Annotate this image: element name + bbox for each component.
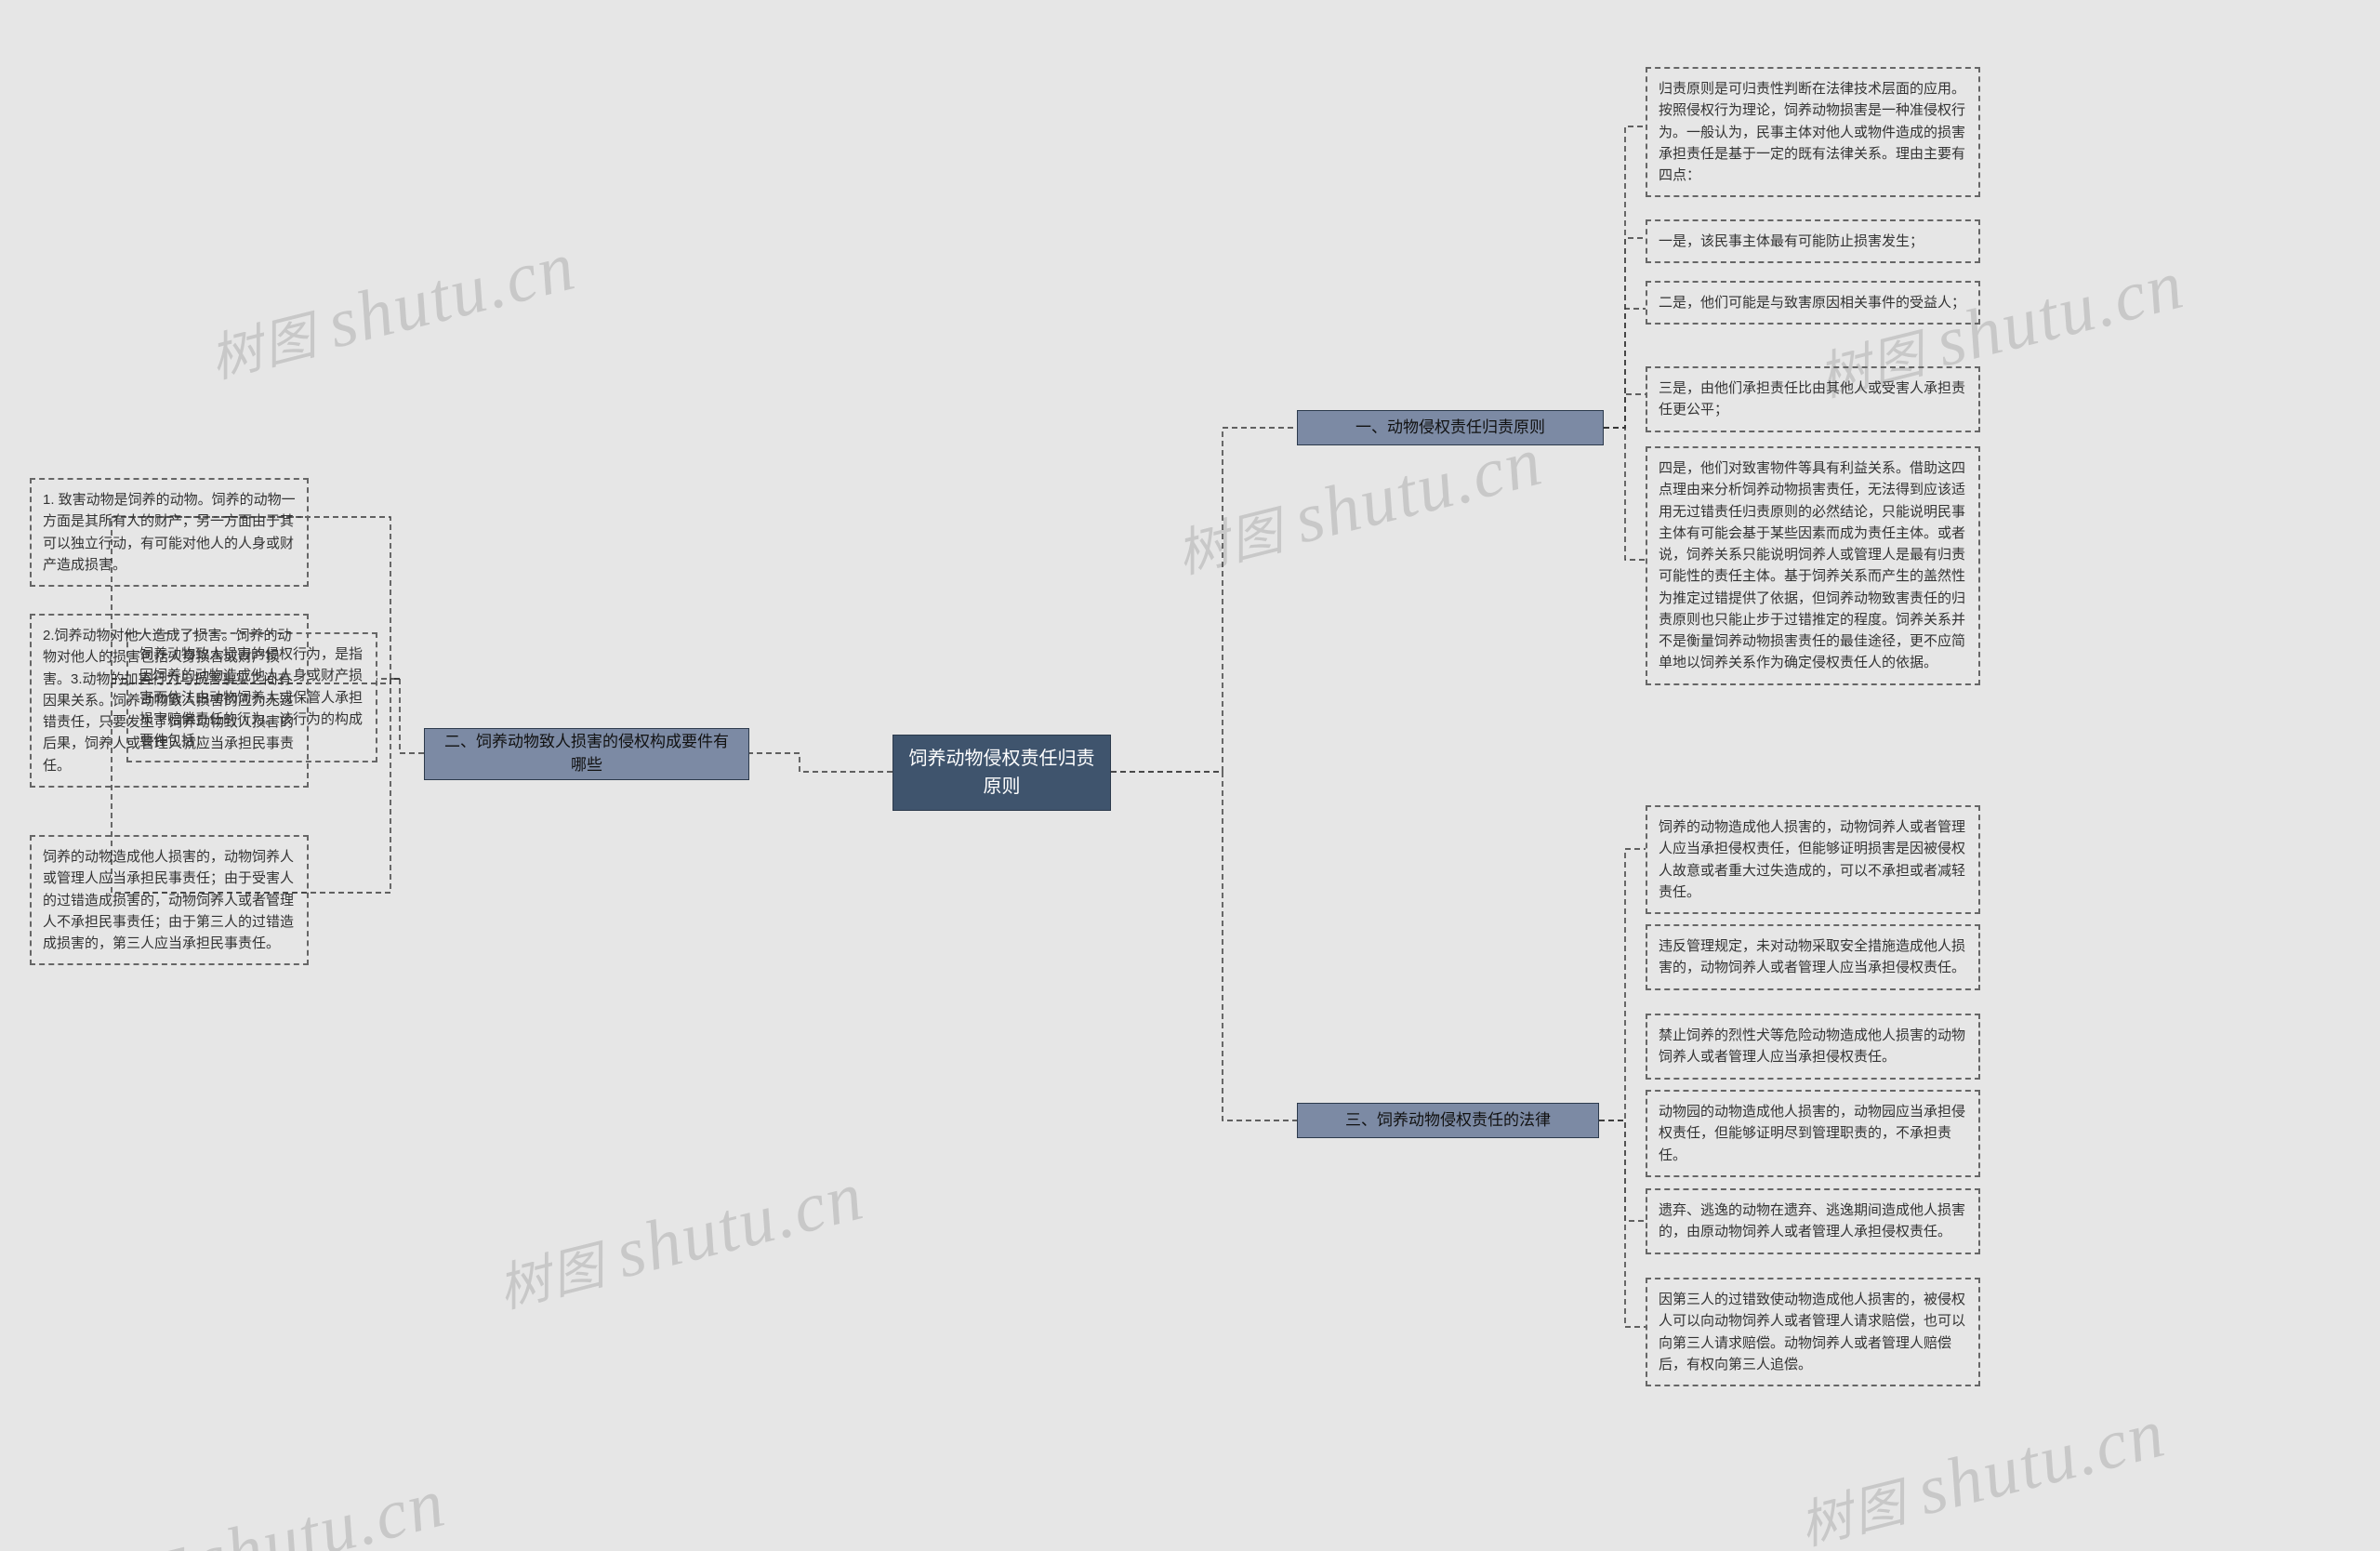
leaf-text: 一是，该民事主体最有可能防止损害发生；: [1659, 233, 1924, 249]
watermark: 树图 shutu.cn: [70, 1462, 454, 1551]
leaf-text: 饲养的动物造成他人损害的，动物饲养人或管理人应当承担民事责任；由于受害人的过错造…: [43, 849, 294, 951]
root-title: 饲养动物侵权责任归责原则: [903, 745, 1101, 801]
watermark: 树图 shutu.cn: [1790, 1392, 2174, 1551]
leaf-text: 三是，由他们承担责任比由其他人或受害人承担责任更公平；: [1659, 380, 1965, 418]
leaf-b1-4[interactable]: 三是，由他们承担责任比由其他人或受害人承担责任更公平；: [1646, 366, 1980, 432]
watermark: 树图 shutu.cn: [1167, 420, 1551, 590]
leaf-b2-2[interactable]: 2.饲养动物对他人造成了损害。饲养的动物对他人的损害包括人身损害或财产损害。3.…: [30, 614, 309, 788]
leaf-b2-3[interactable]: 饲养的动物造成他人损害的，动物饲养人或管理人应当承担民事责任；由于受害人的过错造…: [30, 835, 309, 965]
branch-node-2[interactable]: 二、饲养动物致人损害的侵权构成要件有哪些: [424, 728, 749, 780]
leaf-b1-2[interactable]: 一是，该民事主体最有可能防止损害发生；: [1646, 219, 1980, 263]
leaf-text: 禁止饲养的烈性犬等危险动物造成他人损害的动物饲养人或者管理人应当承担侵权责任。: [1659, 1027, 1965, 1065]
leaf-text: 因第三人的过错致使动物造成他人损害的，被侵权人可以向动物饲养人或者管理人请求赔偿…: [1659, 1292, 1965, 1372]
watermark: 树图 shutu.cn: [488, 1155, 872, 1324]
leaf-text: 饲养的动物造成他人损害的，动物饲养人或者管理人应当承担侵权责任，但能够证明损害是…: [1659, 819, 1965, 900]
leaf-b1-3[interactable]: 二是，他们可能是与致害原因相关事件的受益人；: [1646, 281, 1980, 325]
leaf-text: 违反管理规定，未对动物采取安全措施造成他人损害的，动物饲养人或者管理人应当承担侵…: [1659, 938, 1965, 975]
watermark: 树图 shutu.cn: [200, 225, 584, 394]
mindmap-canvas: 树图 shutu.cn 树图 shutu.cn 树图 shutu.cn 树图 s…: [0, 0, 2380, 1551]
branch-2-title: 二、饲养动物致人损害的侵权构成要件有哪些: [438, 731, 735, 776]
leaf-b2-1[interactable]: 1. 致害动物是饲养的动物。饲养的动物一方面是其所有人的财产，另一方面由于其可以…: [30, 478, 309, 587]
leaf-text: 遗弃、逃逸的动物在遗弃、逃逸期间造成他人损害的，由原动物饲养人或者管理人承担侵权…: [1659, 1202, 1965, 1239]
leaf-b3-2[interactable]: 违反管理规定，未对动物采取安全措施造成他人损害的，动物饲养人或者管理人应当承担侵…: [1646, 924, 1980, 990]
leaf-text: 1. 致害动物是饲养的动物。饲养的动物一方面是其所有人的财产，另一方面由于其可以…: [43, 492, 296, 573]
leaf-b1-5[interactable]: 四是，他们对致害物件等具有利益关系。借助这四点理由来分析饲养动物损害责任，无法得…: [1646, 446, 1980, 685]
root-node[interactable]: 饲养动物侵权责任归责原则: [892, 735, 1111, 811]
branch-3-title: 三、饲养动物侵权责任的法律: [1345, 1109, 1551, 1133]
leaf-b1-1[interactable]: 归责原则是可归责性判断在法律技术层面的应用。按照侵权行为理论，饲养动物损害是一种…: [1646, 67, 1980, 197]
leaf-b3-1[interactable]: 饲养的动物造成他人损害的，动物饲养人或者管理人应当承担侵权责任，但能够证明损害是…: [1646, 805, 1980, 914]
leaf-b3-6[interactable]: 因第三人的过错致使动物造成他人损害的，被侵权人可以向动物饲养人或者管理人请求赔偿…: [1646, 1278, 1980, 1386]
leaf-text: 动物园的动物造成他人损害的，动物园应当承担侵权责任，但能够证明尽到管理职责的，不…: [1659, 1104, 1965, 1163]
leaf-b3-4[interactable]: 动物园的动物造成他人损害的，动物园应当承担侵权责任，但能够证明尽到管理职责的，不…: [1646, 1090, 1980, 1177]
leaf-text: 2.饲养动物对他人造成了损害。饲养的动物对他人的损害包括人身损害或财产损害。3.…: [43, 628, 294, 774]
leaf-b3-5[interactable]: 遗弃、逃逸的动物在遗弃、逃逸期间造成他人损害的，由原动物饲养人或者管理人承担侵权…: [1646, 1188, 1980, 1254]
connectors: [0, 0, 2380, 1551]
branch-node-3[interactable]: 三、饲养动物侵权责任的法律: [1297, 1103, 1599, 1138]
leaf-b3-3[interactable]: 禁止饲养的烈性犬等危险动物造成他人损害的动物饲养人或者管理人应当承担侵权责任。: [1646, 1014, 1980, 1080]
leaf-text: 归责原则是可归责性判断在法律技术层面的应用。按照侵权行为理论，饲养动物损害是一种…: [1659, 81, 1965, 183]
branch-1-title: 一、动物侵权责任归责原则: [1355, 417, 1545, 440]
leaf-text: 四是，他们对致害物件等具有利益关系。借助这四点理由来分析饲养动物损害责任，无法得…: [1659, 460, 1965, 670]
leaf-text: 二是，他们可能是与致害原因相关事件的受益人；: [1659, 295, 1965, 311]
branch-node-1[interactable]: 一、动物侵权责任归责原则: [1297, 410, 1604, 445]
